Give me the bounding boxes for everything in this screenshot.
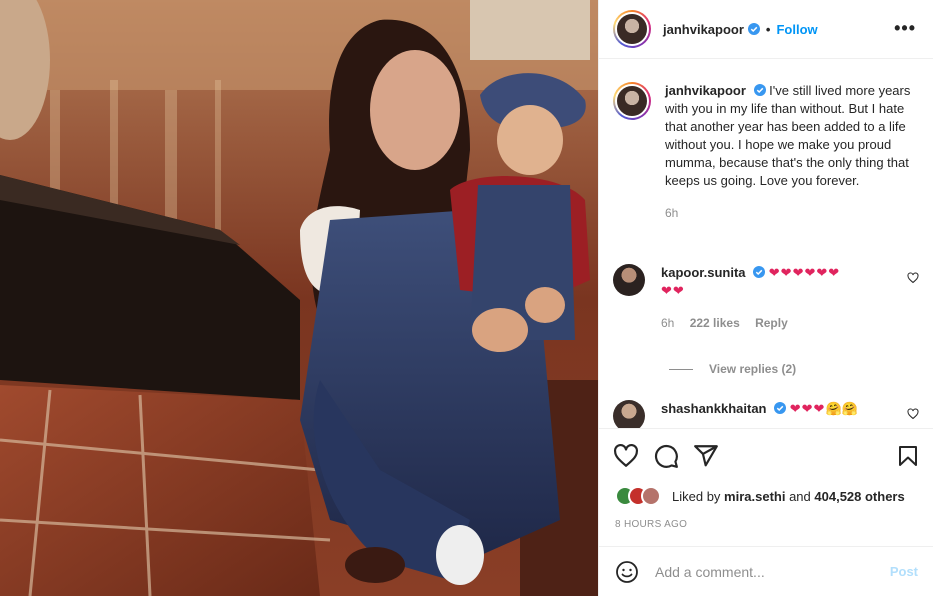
caption-time[interactable]: 6h xyxy=(665,206,678,220)
comment-item: shashankkhaitan ❤❤❤🤗🤗 xyxy=(613,400,919,428)
verified-badge-icon xyxy=(774,402,787,414)
post-comment-button[interactable]: Post xyxy=(890,564,918,579)
liker-username[interactable]: mira.sethi xyxy=(724,489,785,504)
header-separator: • xyxy=(765,21,771,37)
likes-summary[interactable]: Liked by mira.sethi and 404,528 others xyxy=(615,486,905,506)
commenter-username[interactable]: shashankkhaitan xyxy=(661,401,767,416)
photo-illustration xyxy=(0,0,598,596)
comments-section[interactable]: janhvikapoor I've still lived more years… xyxy=(599,60,933,428)
post-actions: Liked by mira.sethi and 404,528 others 8… xyxy=(599,428,933,546)
likes-middle: and xyxy=(785,488,815,504)
post-sidebar: janhvikapoor • Follow ••• janhvikapoor I… xyxy=(598,0,933,596)
view-replies-label: View replies (2) xyxy=(709,362,797,376)
verified-badge-icon xyxy=(747,23,760,35)
post-header: janhvikapoor • Follow ••• xyxy=(599,0,933,59)
caption-username[interactable]: janhvikapoor xyxy=(665,83,746,98)
caption-text: I've still lived more years with you in … xyxy=(665,83,911,188)
post-photo[interactable] xyxy=(0,0,598,596)
view-replies-button[interactable]: View replies (2) xyxy=(669,362,796,376)
comment-text: ❤❤❤ xyxy=(789,401,826,416)
caption-avatar[interactable] xyxy=(613,82,651,120)
like-comment-heart-icon[interactable] xyxy=(907,272,919,284)
comment-bubble-icon[interactable] xyxy=(653,443,679,469)
comment-text: ❤❤❤❤❤❤ xyxy=(768,265,841,280)
liker-avatars xyxy=(615,486,661,506)
caption-meta: 6h xyxy=(665,204,919,222)
more-options-icon[interactable]: ••• xyxy=(894,19,916,37)
reply-button[interactable]: Reply xyxy=(755,316,788,330)
emoji-smiley-icon[interactable] xyxy=(615,560,639,584)
comment-item: kapoor.sunita ❤❤❤❤❤❤ ❤❤ 6h 222 likes Rep… xyxy=(613,264,919,332)
comment-text-cont: ❤❤ xyxy=(661,283,685,298)
follow-button[interactable]: Follow xyxy=(776,22,817,37)
comment-meta: 6h 222 likes Reply xyxy=(661,314,919,332)
like-heart-icon[interactable] xyxy=(613,443,639,469)
likes-prefix: Liked by xyxy=(672,488,725,504)
post-caption: janhvikapoor I've still lived more years… xyxy=(613,82,919,222)
comment-input[interactable]: Add a comment... xyxy=(655,564,890,580)
comment-likes[interactable]: 222 likes xyxy=(690,316,740,330)
replies-divider xyxy=(669,368,693,370)
comment-emoji: 🤗🤗 xyxy=(825,401,858,416)
post-timestamp[interactable]: 8 HOURS AGO xyxy=(615,519,687,530)
commenter-avatar[interactable] xyxy=(613,400,645,428)
verified-badge-icon xyxy=(753,266,766,278)
verified-badge-icon xyxy=(753,84,766,96)
likes-count[interactable]: 404,528 others xyxy=(814,489,904,504)
save-bookmark-icon[interactable] xyxy=(896,443,920,469)
commenter-username[interactable]: kapoor.sunita xyxy=(661,265,746,280)
author-username[interactable]: janhvikapoor xyxy=(663,22,744,37)
author-avatar[interactable] xyxy=(613,10,651,48)
comment-time[interactable]: 6h xyxy=(661,316,674,330)
liker-avatar xyxy=(641,486,661,506)
add-comment-bar: Add a comment... Post xyxy=(599,546,933,596)
share-paper-plane-icon[interactable] xyxy=(693,443,719,469)
like-comment-heart-icon[interactable] xyxy=(907,408,919,420)
commenter-avatar[interactable] xyxy=(613,264,645,296)
